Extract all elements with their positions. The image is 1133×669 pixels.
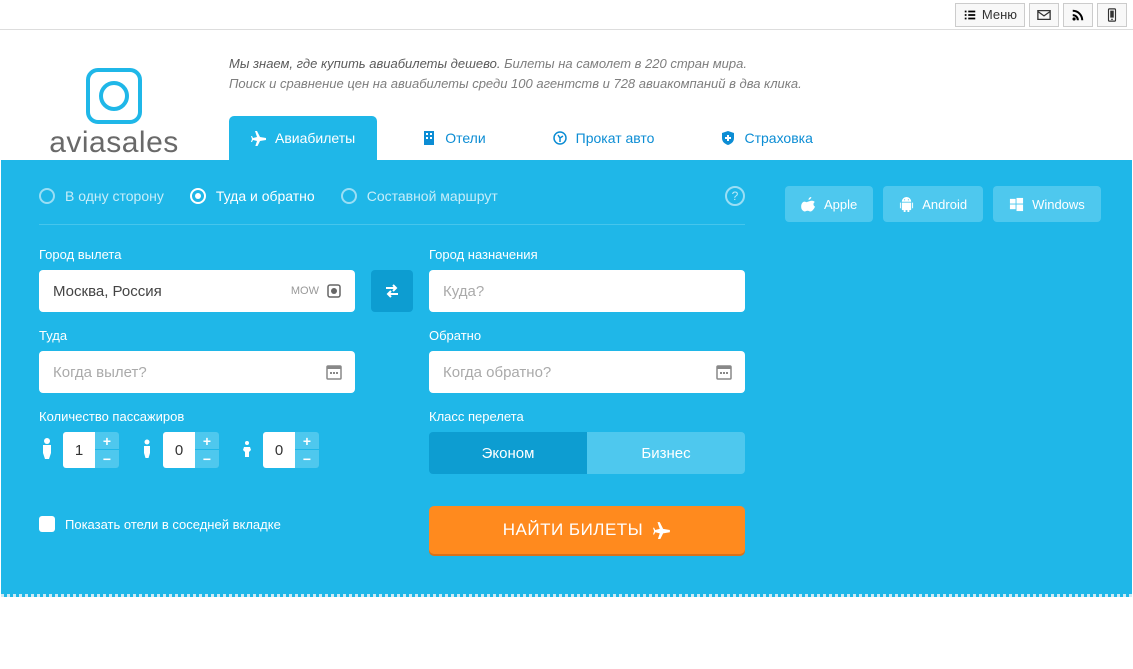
car-icon bbox=[552, 130, 568, 146]
tab-insurance[interactable]: Страховка bbox=[698, 116, 834, 160]
mail-icon bbox=[1037, 8, 1051, 22]
children-plus[interactable]: + bbox=[195, 432, 219, 450]
swap-button[interactable] bbox=[371, 270, 413, 312]
depart-date-input[interactable] bbox=[39, 351, 355, 393]
adults-count: 1 bbox=[63, 432, 95, 468]
trip-type-selector: В одну сторону Туда и обратно Составной … bbox=[39, 186, 745, 225]
pax-label: Количество пассажиров bbox=[39, 409, 355, 424]
infant-icon bbox=[239, 437, 255, 464]
rss-icon bbox=[1071, 8, 1085, 22]
mobile-button[interactable] bbox=[1097, 3, 1127, 27]
rss-button[interactable] bbox=[1063, 3, 1093, 27]
depart-label: Туда bbox=[39, 328, 355, 343]
origin-label: Город вылета bbox=[39, 247, 355, 262]
help-icon[interactable]: ? bbox=[725, 186, 745, 206]
children-minus[interactable]: − bbox=[195, 450, 219, 468]
adults-minus[interactable]: − bbox=[95, 450, 119, 468]
children-stepper: 0 + − bbox=[139, 432, 219, 468]
apple-icon bbox=[801, 197, 816, 212]
class-economy[interactable]: Эконом bbox=[429, 432, 587, 474]
return-date-input[interactable] bbox=[429, 351, 745, 393]
app-buttons: Apple Android Windows bbox=[745, 186, 1101, 554]
building-icon bbox=[421, 130, 437, 146]
infants-count: 0 bbox=[263, 432, 295, 468]
main-tabs: Авиабилеты Отели Прокат авто Страховка bbox=[229, 116, 1112, 160]
windows-icon bbox=[1009, 197, 1024, 212]
adults-plus[interactable]: + bbox=[95, 432, 119, 450]
logo-icon bbox=[86, 68, 142, 124]
shield-icon bbox=[720, 130, 736, 146]
radio-icon bbox=[341, 188, 357, 204]
app-apple[interactable]: Apple bbox=[785, 186, 873, 222]
checkbox-icon bbox=[39, 516, 55, 532]
tagline: Мы знаем, где купить авиабилеты дешево. … bbox=[229, 48, 1112, 94]
calendar-icon[interactable] bbox=[325, 363, 343, 381]
search-panel: В одну сторону Туда и обратно Составной … bbox=[1, 160, 1132, 597]
child-icon bbox=[139, 437, 155, 464]
class-label: Класс перелета bbox=[429, 409, 745, 424]
calendar-icon[interactable] bbox=[715, 363, 733, 381]
browser-toolbar: Меню bbox=[0, 0, 1133, 30]
destination-input[interactable] bbox=[429, 270, 745, 312]
adults-stepper: 1 + − bbox=[39, 432, 119, 468]
infants-stepper: 0 + − bbox=[239, 432, 319, 468]
tab-hotels[interactable]: Отели bbox=[399, 116, 507, 160]
app-android[interactable]: Android bbox=[883, 186, 983, 222]
origin-code: MOW bbox=[291, 282, 343, 300]
infants-plus[interactable]: + bbox=[295, 432, 319, 450]
children-count: 0 bbox=[163, 432, 195, 468]
radio-multi-city[interactable]: Составной маршрут bbox=[341, 188, 498, 204]
tab-cars[interactable]: Прокат авто bbox=[530, 116, 677, 160]
return-label: Обратно bbox=[429, 328, 745, 343]
app-windows[interactable]: Windows bbox=[993, 186, 1101, 222]
tab-flights[interactable]: Авиабилеты bbox=[229, 116, 377, 160]
logo[interactable]: aviasales bbox=[19, 68, 209, 160]
mobile-icon bbox=[1105, 8, 1119, 22]
class-business[interactable]: Бизнес bbox=[587, 432, 745, 474]
brand-name: aviasales bbox=[49, 126, 179, 160]
header: aviasales Мы знаем, где купить авиабилет… bbox=[1, 30, 1132, 160]
plane-icon bbox=[653, 521, 671, 539]
menu-label: Меню bbox=[982, 7, 1017, 22]
show-hotels-checkbox[interactable]: Показать отели в соседней вкладке bbox=[39, 516, 355, 532]
infants-minus[interactable]: − bbox=[295, 450, 319, 468]
android-icon bbox=[899, 197, 914, 212]
radio-icon bbox=[39, 188, 55, 204]
dest-label: Город назначения bbox=[429, 247, 745, 262]
adult-icon bbox=[39, 437, 55, 464]
radio-round-trip[interactable]: Туда и обратно bbox=[190, 188, 315, 204]
search-button[interactable]: НАЙТИ БИЛЕТЫ bbox=[429, 506, 745, 554]
radio-icon bbox=[190, 188, 206, 204]
class-toggle: Эконом Бизнес bbox=[429, 432, 745, 474]
plane-icon bbox=[251, 130, 267, 146]
radio-one-way[interactable]: В одну сторону bbox=[39, 188, 164, 204]
list-icon bbox=[963, 8, 977, 22]
target-icon[interactable] bbox=[325, 282, 343, 300]
mail-button[interactable] bbox=[1029, 3, 1059, 27]
swap-icon bbox=[383, 282, 401, 300]
menu-button[interactable]: Меню bbox=[955, 3, 1025, 27]
